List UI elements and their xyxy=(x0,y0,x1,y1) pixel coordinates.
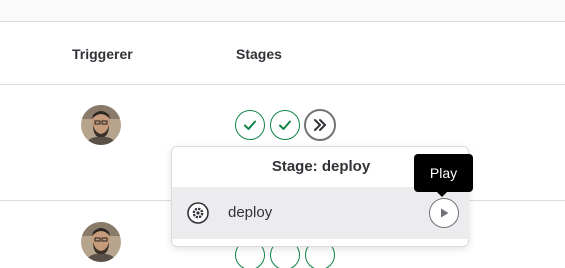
play-icon xyxy=(441,208,449,218)
tooltip-arrow xyxy=(436,191,448,197)
column-header-triggerer: Triggerer xyxy=(72,46,133,62)
play-button[interactable] xyxy=(429,198,459,228)
stage-success-status[interactable] xyxy=(270,110,300,140)
avatar[interactable] xyxy=(81,105,121,145)
job-name: deploy xyxy=(228,204,273,221)
job-item-deploy[interactable]: deploy xyxy=(172,187,469,239)
play-tooltip: Play xyxy=(414,154,473,192)
table-top-bar xyxy=(0,0,565,22)
double-chevron-right-icon xyxy=(314,119,326,131)
pipelines-table: Triggerer Stages Stage: deploy deploy Pl… xyxy=(0,0,565,268)
header-divider xyxy=(0,84,565,85)
gear-icon xyxy=(187,202,209,224)
check-icon xyxy=(279,120,291,130)
column-header-stages: Stages xyxy=(236,46,282,62)
check-icon xyxy=(244,120,256,130)
avatar[interactable] xyxy=(81,222,121,262)
stage-manual-status[interactable] xyxy=(304,109,336,141)
stage-success-status[interactable] xyxy=(235,110,265,140)
